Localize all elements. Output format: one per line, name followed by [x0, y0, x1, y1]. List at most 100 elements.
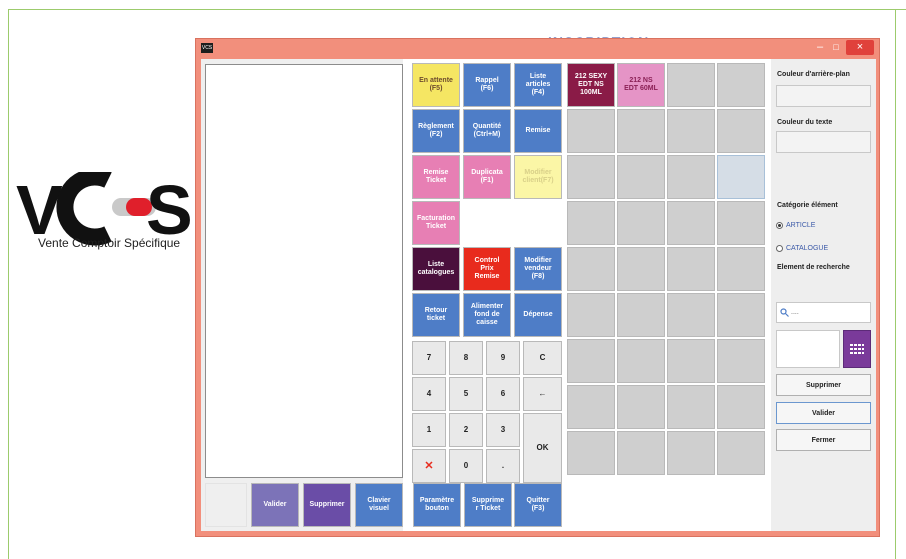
liste-articles-button[interactable]: Liste articles (F4): [514, 63, 562, 107]
article-slot[interactable]: [567, 155, 615, 199]
supprimer-line-button[interactable]: Supprimer: [303, 483, 351, 527]
key-decimal[interactable]: .: [486, 449, 520, 483]
bg-color-label: Couleur d'arrière-plan: [777, 71, 850, 78]
article-slot[interactable]: [667, 201, 715, 245]
close-button[interactable]: ×: [846, 40, 874, 55]
article-slot[interactable]: [567, 339, 615, 383]
window-client: Valider Supprimer Clavier visuel Paramèt…: [201, 59, 876, 531]
article-slot[interactable]: [617, 247, 665, 291]
parametre-bouton-button[interactable]: Paramètre bouton: [413, 483, 461, 527]
article-slot[interactable]: [667, 339, 715, 383]
key-3[interactable]: 3: [486, 413, 520, 447]
article-slot[interactable]: [617, 385, 665, 429]
article-slot[interactable]: [667, 431, 715, 475]
article-slot[interactable]: [717, 247, 765, 291]
radio-article-dot[interactable]: [776, 222, 783, 229]
key-5[interactable]: 5: [449, 377, 483, 411]
key-7[interactable]: 7: [412, 341, 446, 375]
page-frame-top: [8, 9, 906, 10]
valider-line-button[interactable]: Valider: [251, 483, 299, 527]
article-slot[interactable]: [667, 293, 715, 337]
article-slot[interactable]: [617, 109, 665, 153]
app-icon: VCS: [201, 43, 213, 53]
rappel-button[interactable]: Rappel (F6): [463, 63, 511, 107]
article-slot[interactable]: [717, 431, 765, 475]
article-slot[interactable]: [717, 201, 765, 245]
maximize-button[interactable]: □: [829, 40, 843, 55]
key-ok[interactable]: OK: [523, 413, 562, 483]
key-1[interactable]: 1: [412, 413, 446, 447]
article-slot[interactable]: [667, 155, 715, 199]
article-button[interactable]: 212 SEXY EDT NS 100ML: [567, 63, 615, 107]
article-slot[interactable]: [717, 293, 765, 337]
valider-button[interactable]: Valider: [776, 402, 871, 424]
radio-catalogue[interactable]: CATALOGUE: [776, 245, 828, 252]
ticket-lines-list[interactable]: [205, 64, 403, 478]
key-4[interactable]: 4: [412, 377, 446, 411]
radio-article[interactable]: ARTICLE: [776, 222, 815, 229]
article-slot[interactable]: [567, 293, 615, 337]
article-slot[interactable]: [567, 109, 615, 153]
reglement-button[interactable]: Règlement (F2): [412, 109, 460, 153]
category-label: Catégorie élément: [777, 202, 838, 209]
key-backspace[interactable]: ←: [523, 377, 562, 411]
modifier-vendeur-button[interactable]: Modifier vendeur (F8): [514, 247, 562, 291]
key-clear[interactable]: C: [523, 341, 562, 375]
liste-catalogues-button[interactable]: Liste catalogues: [412, 247, 460, 291]
fermer-button[interactable]: Fermer: [776, 429, 871, 451]
value-input[interactable]: [776, 330, 840, 368]
modifier-client-button[interactable]: Modifier client(F7): [514, 155, 562, 199]
clavier-visuel-button[interactable]: Clavier visuel: [355, 483, 403, 527]
key-2[interactable]: 2: [449, 413, 483, 447]
article-slot[interactable]: [617, 431, 665, 475]
article-slot[interactable]: [717, 109, 765, 153]
article-button[interactable]: 212 NS EDT 60ML: [617, 63, 665, 107]
en-attente-button[interactable]: En attente (F5): [412, 63, 460, 107]
article-slot[interactable]: [667, 109, 715, 153]
keyboard-grid-icon: [850, 344, 864, 354]
minimize-button[interactable]: –: [813, 40, 827, 55]
article-slot[interactable]: [717, 339, 765, 383]
duplicata-button[interactable]: Duplicata (F1): [463, 155, 511, 199]
keyboard-button[interactable]: [843, 330, 871, 368]
remise-ticket-button[interactable]: Remise Ticket: [412, 155, 460, 199]
key-cancel[interactable]: ✕: [412, 449, 446, 483]
depense-button[interactable]: Dépense: [514, 293, 562, 337]
radio-catalogue-dot[interactable]: [776, 245, 783, 252]
article-slot[interactable]: [717, 385, 765, 429]
supprimer-ticket-button[interactable]: Supprime r Ticket: [464, 483, 512, 527]
control-prix-remise-button[interactable]: Control Prix Remise: [463, 247, 511, 291]
text-color-label: Couleur du texte: [777, 119, 833, 126]
key-6[interactable]: 6: [486, 377, 520, 411]
article-slot[interactable]: [567, 385, 615, 429]
text-color-field[interactable]: [776, 131, 871, 153]
supprimer-button[interactable]: Supprimer: [776, 374, 871, 396]
facturation-ticket-button[interactable]: Facturation Ticket: [412, 201, 460, 245]
article-slot[interactable]: [717, 63, 765, 107]
remise-button[interactable]: Remise: [514, 109, 562, 153]
search-placeholder: ....: [791, 309, 799, 316]
quantite-button[interactable]: Quantité (Ctrl+M): [463, 109, 511, 153]
bg-color-field[interactable]: [776, 85, 871, 107]
page-frame-right: [895, 9, 896, 559]
search-input[interactable]: ....: [776, 302, 871, 323]
article-slot[interactable]: [617, 155, 665, 199]
key-0[interactable]: 0: [449, 449, 483, 483]
article-slot[interactable]: [667, 63, 715, 107]
article-slot[interactable]: [617, 339, 665, 383]
article-slot[interactable]: [667, 385, 715, 429]
alimenter-fond-caisse-button[interactable]: Alimenter fond de caisse: [463, 293, 511, 337]
window-titlebar[interactable]: VCS – □ ×: [196, 39, 879, 57]
article-slot[interactable]: [567, 201, 615, 245]
quitter-button[interactable]: Quitter (F3): [514, 483, 562, 527]
radio-catalogue-label: CATALOGUE: [786, 245, 829, 252]
key-8[interactable]: 8: [449, 341, 483, 375]
article-slot[interactable]: [567, 247, 615, 291]
article-slot[interactable]: [567, 431, 615, 475]
article-slot[interactable]: [667, 247, 715, 291]
key-9[interactable]: 9: [486, 341, 520, 375]
article-slot[interactable]: [617, 293, 665, 337]
retour-ticket-button[interactable]: Retour ticket: [412, 293, 460, 337]
article-slot[interactable]: [617, 201, 665, 245]
article-slot[interactable]: [717, 155, 765, 199]
